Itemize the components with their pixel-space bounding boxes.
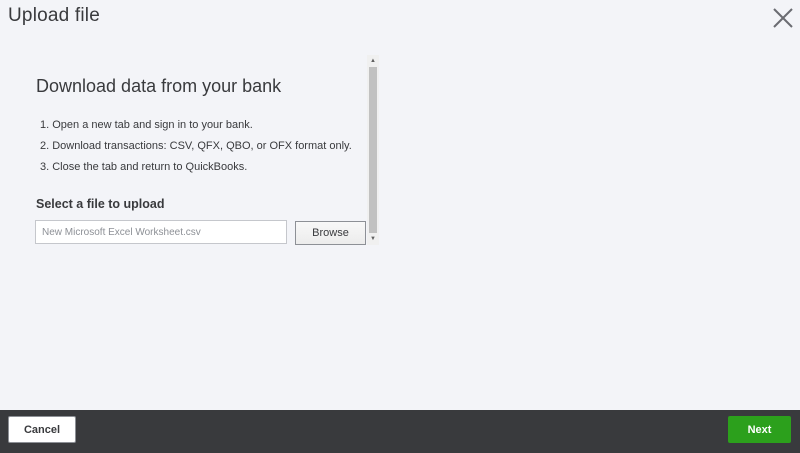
scroll-up-arrow-icon[interactable]: ▲ <box>367 55 379 67</box>
next-button[interactable]: Next <box>728 416 791 443</box>
scroll-thumb[interactable] <box>369 67 377 233</box>
instruction-step: 2. Download transactions: CSV, QFX, QBO,… <box>40 140 352 152</box>
upload-panel: Download data from your bank 1. Open a n… <box>26 55 366 245</box>
section-heading: Download data from your bank <box>36 76 282 96</box>
file-path-input[interactable] <box>35 220 287 244</box>
dialog-title: Upload file <box>8 5 100 26</box>
scroll-content-frame[interactable]: Download data from your bank 1. Open a n… <box>26 55 380 245</box>
instruction-step: 1. Open a new tab and sign in to your ba… <box>40 119 253 131</box>
instructions-list: 1. Open a new tab and sign in to your ba… <box>40 118 352 181</box>
instruction-step: 3. Close the tab and return to QuickBook… <box>40 161 248 173</box>
vertical-scrollbar[interactable]: ▲ ▼ <box>367 55 379 245</box>
cancel-button[interactable]: Cancel <box>8 416 76 443</box>
scroll-down-arrow-icon[interactable]: ▼ <box>367 233 379 245</box>
dialog-footer: Cancel Next <box>0 410 800 453</box>
browse-button[interactable]: Browse <box>295 221 366 245</box>
close-button[interactable] <box>771 6 795 30</box>
upload-label: Select a file to upload <box>36 197 165 211</box>
close-icon <box>773 8 793 28</box>
